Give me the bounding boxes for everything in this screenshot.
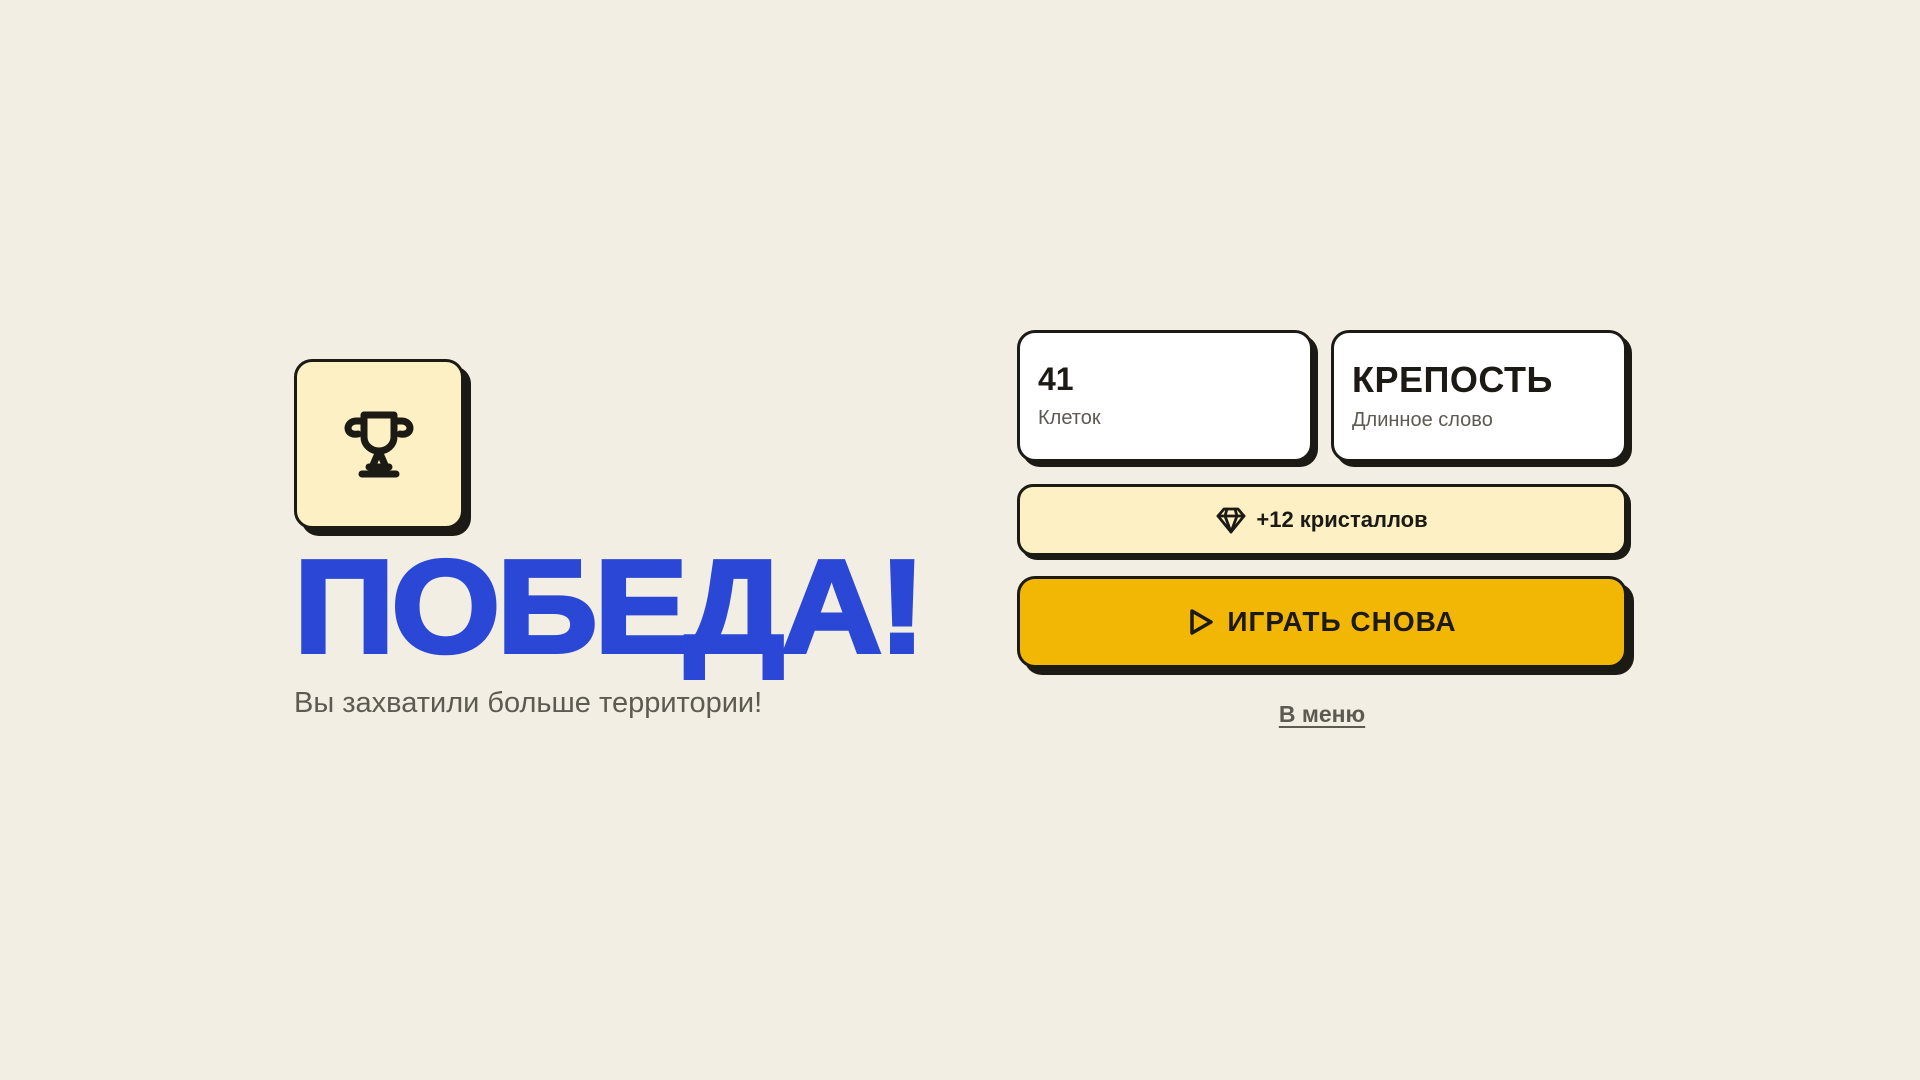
stat-label: Клеток (1038, 407, 1101, 430)
stat-card-longest-word: КРЕПОСТЬ Длинное слово (1331, 330, 1627, 462)
stat-label: Длинное слово (1352, 409, 1493, 432)
stat-value: 41 (1038, 360, 1074, 397)
reward-text: +12 кристаллов (1256, 507, 1428, 532)
back-to-menu-link[interactable]: В меню (1279, 701, 1365, 727)
menu-link-row: В меню (1017, 701, 1627, 728)
gem-icon (1216, 507, 1246, 534)
victory-title: ПОБЕДА! (292, 533, 928, 680)
stat-card-cells: 41 Клеток (1017, 330, 1313, 462)
reward-banner: +12 кристаллов (1017, 484, 1627, 556)
play-icon (1190, 609, 1214, 635)
play-again-button[interactable]: ИГРАТЬ СНОВА (1017, 576, 1627, 668)
stat-value: КРЕПОСТЬ (1352, 358, 1553, 400)
trophy-icon (344, 411, 414, 478)
result-panel: ПОБЕДА! Вы захватили больше территории! (292, 359, 934, 720)
stats-row: 41 Клеток КРЕПОСТЬ Длинное слово (1017, 330, 1627, 462)
victory-subtitle: Вы захватили больше территории! (294, 687, 763, 719)
play-again-label: ИГРАТЬ СНОВА (1227, 606, 1457, 637)
summary-panel: 41 Клеток КРЕПОСТЬ Длинное слово +12 кри… (1017, 330, 1627, 728)
trophy-tile (294, 359, 464, 529)
